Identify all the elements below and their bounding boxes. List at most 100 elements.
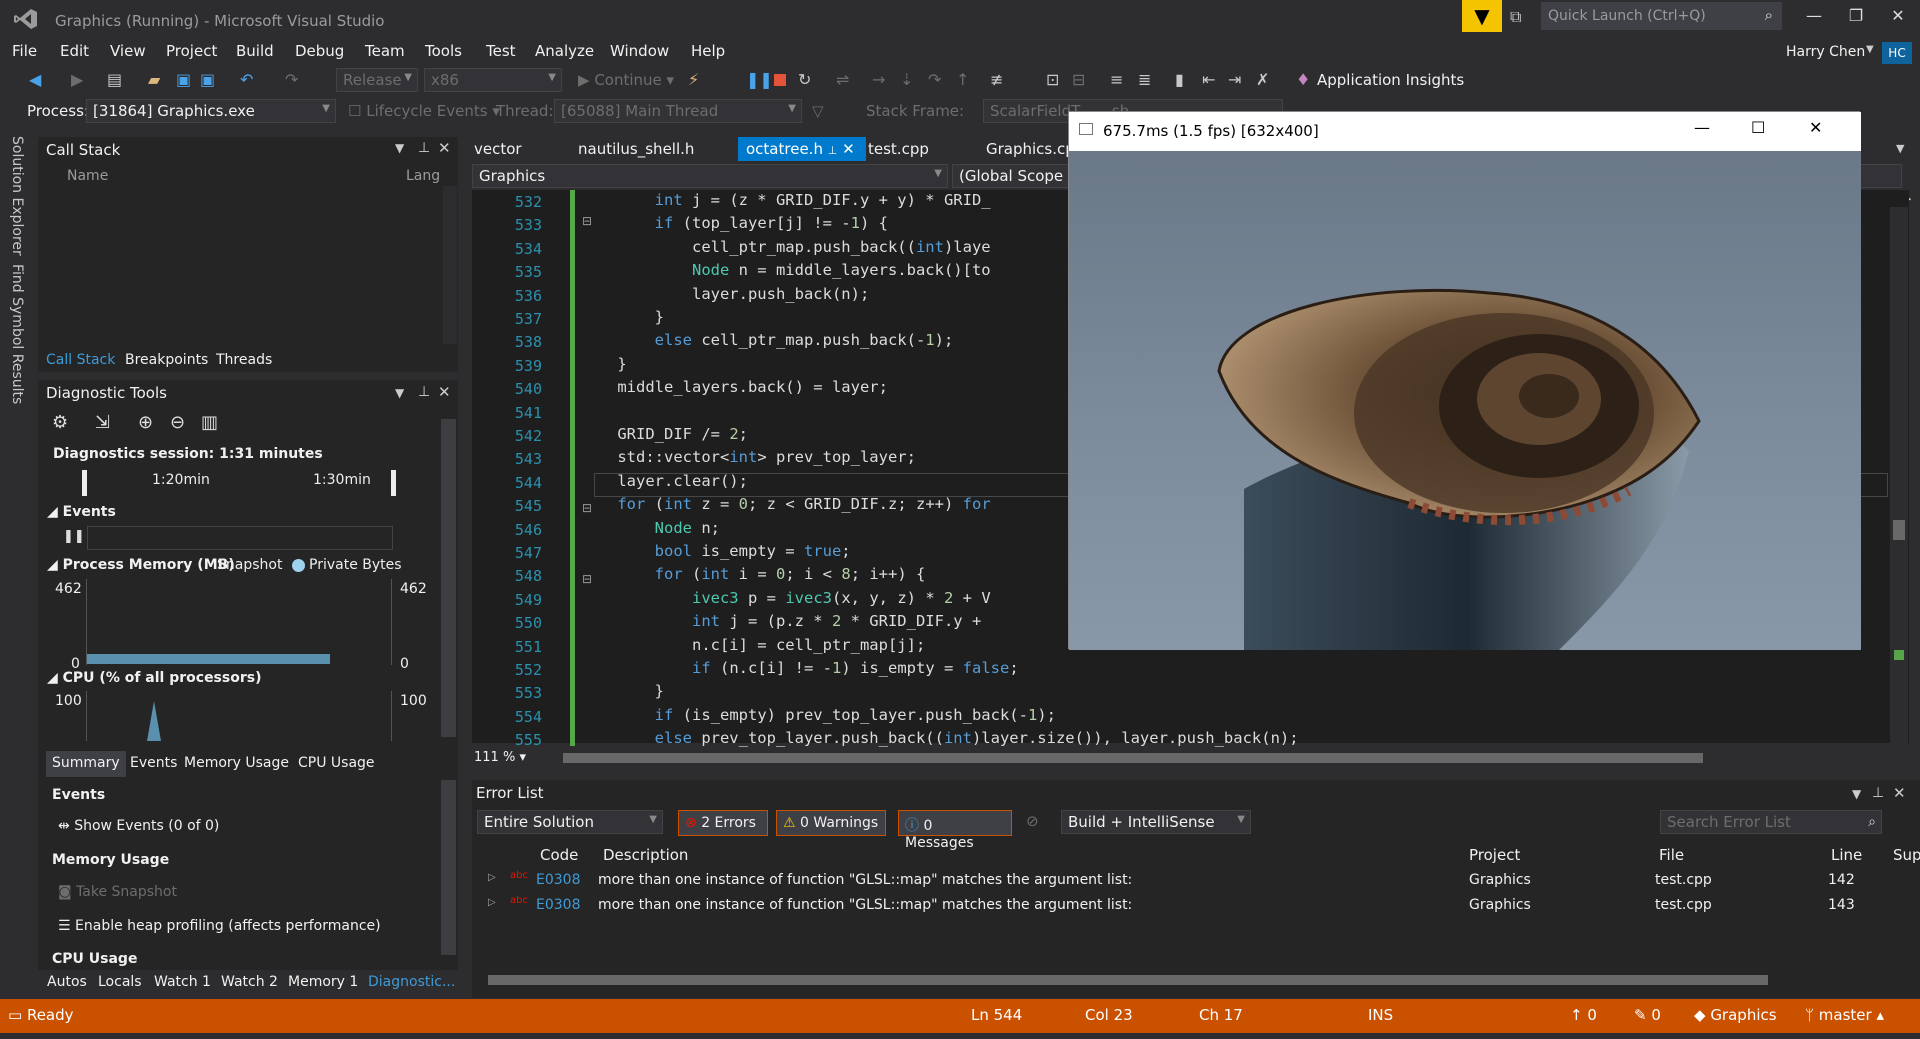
continue-button[interactable]: ▶ Continue ▾ <box>578 71 674 89</box>
pin-icon[interactable]: ⊥ <box>1872 785 1884 801</box>
menu-team[interactable]: Team <box>365 42 405 60</box>
solution-explorer-tab[interactable]: Solution Explorer <box>9 136 25 256</box>
app-maximize-button[interactable]: ☐ <box>1751 118 1765 137</box>
show-next-statement-icon[interactable]: ⇌ <box>836 70 849 89</box>
col-file[interactable]: File <box>1659 846 1684 864</box>
table-row[interactable]: ▷ abc E0308 more than one instance of fu… <box>474 870 1914 894</box>
table-row[interactable]: ▷ abc E0308 more than one instance of fu… <box>474 895 1914 919</box>
collapse-icon[interactable]: ⊟ <box>582 501 592 515</box>
comment-icon[interactable]: ≡ <box>1110 70 1123 89</box>
code-line[interactable]: layer.clear(); <box>580 472 748 490</box>
clear-bookmarks-icon[interactable]: ✗ <box>1256 70 1269 89</box>
back-icon[interactable]: ◀ <box>29 70 41 89</box>
bookmark-icon[interactable]: ▮ <box>1175 70 1184 89</box>
find-symbol-results-tab[interactable]: Find Symbol Results <box>9 264 25 404</box>
open-file-icon[interactable]: ▰ <box>148 70 160 89</box>
filter-icon[interactable]: ▽ <box>812 102 824 120</box>
code-line[interactable]: ivec3 p = ivec3(x, y, z) * 2 + V <box>580 589 991 607</box>
user-dropdown-icon[interactable]: ▼ <box>1866 44 1874 55</box>
notifications-icon[interactable]: ⧉ <box>1510 7 1521 27</box>
restart-icon[interactable]: ↻ <box>798 70 811 89</box>
show-events-link[interactable]: ⇹ Show Events (0 of 0) <box>58 818 219 834</box>
column-name[interactable]: Name <box>67 168 108 184</box>
save-icon[interactable]: ▣ <box>176 70 191 89</box>
code-line[interactable]: if (is_empty) prev_top_layer.push_back(-… <box>580 706 1056 724</box>
doc-tab-test[interactable]: test.cpp <box>860 137 937 161</box>
pin-icon[interactable]: ⊥ <box>418 140 430 156</box>
error-code-link[interactable]: E0308 <box>536 897 580 913</box>
zoom-out-icon[interactable]: ⊖ <box>170 412 185 433</box>
search-error-list-input[interactable]: Search Error List ⌕ <box>1660 810 1882 834</box>
code-line[interactable]: bool is_empty = true; <box>580 542 851 560</box>
code-line[interactable]: cell_ptr_map.push_back((int)laye <box>580 238 991 256</box>
step-into-icon[interactable]: → <box>872 70 885 89</box>
code-line[interactable]: if (top_layer[j] != -1) { <box>580 214 888 232</box>
menu-view[interactable]: View <box>110 42 146 60</box>
tab-locals[interactable]: Locals <box>98 974 142 990</box>
cpu-section-header[interactable]: ◢ CPU (% of all processors) <box>47 670 261 686</box>
doc-tab-vector[interactable]: vector <box>466 137 530 161</box>
menu-project[interactable]: Project <box>166 42 217 60</box>
redo-icon[interactable]: ↷ <box>285 70 298 89</box>
pin-icon[interactable]: ⊥ <box>418 384 430 400</box>
uncomment-icon[interactable]: ≣ <box>1138 70 1151 89</box>
repository[interactable]: ◆ Graphics <box>1694 1006 1777 1024</box>
expand-icon[interactable]: ▷ <box>488 872 496 883</box>
quick-launch-input[interactable]: Quick Launch (Ctrl+Q) ⌕ <box>1541 2 1782 30</box>
take-snapshot-button[interactable]: ◙ Take Snapshot <box>58 884 177 900</box>
code-line[interactable]: middle_layers.back() = layer; <box>580 378 888 396</box>
forward-icon[interactable]: ▶ <box>71 70 83 89</box>
timeline-end-handle[interactable] <box>391 470 396 496</box>
avatar[interactable]: HC <box>1882 42 1912 64</box>
events-section-header[interactable]: ◢ Events <box>47 504 116 520</box>
editor-hscroll-thumb[interactable] <box>563 753 1703 763</box>
menu-file[interactable]: File <box>12 42 37 60</box>
restore-button[interactable]: ❐ <box>1841 6 1871 30</box>
menu-analyze[interactable]: Analyze <box>535 42 594 60</box>
events-pause-icon[interactable]: ❚❚ <box>63 529 85 544</box>
tab-summary[interactable]: Summary <box>46 751 126 777</box>
app-minimize-button[interactable]: — <box>1694 118 1710 137</box>
settings-gear-icon[interactable]: ⚙ <box>52 412 68 433</box>
graphics-app-window[interactable]: 675.7ms (1.5 fps) [632x400] — ☐ ✕ <box>1068 111 1861 650</box>
hex-display-icon[interactable]: ≢ <box>990 70 1003 89</box>
save-all-icon[interactable]: ▣ <box>200 70 215 89</box>
editor-scroll-thumb[interactable] <box>1893 520 1905 540</box>
tab-threads[interactable]: Threads <box>216 352 272 368</box>
pause-icon[interactable]: ❚❚ <box>746 70 773 89</box>
code-line[interactable]: if (n.c[i] != -1) is_empty = false; <box>580 659 1019 677</box>
code-line[interactable]: } <box>580 682 664 700</box>
tab-overflow-icon[interactable]: ▼ <box>1896 142 1904 155</box>
process-select[interactable]: [31864] Graphics.exe ▼ <box>86 99 336 123</box>
zoom-in-icon[interactable]: ⊕ <box>138 412 153 433</box>
step-out-icon[interactable]: ↷ <box>928 70 941 89</box>
close-button[interactable]: ✕ <box>1883 6 1913 30</box>
stop-icon[interactable] <box>774 74 786 86</box>
menu-window[interactable]: Window <box>610 42 669 60</box>
timeline-start-handle[interactable] <box>82 470 87 496</box>
warnings-filter-button[interactable]: ⚠ 0 Warnings <box>776 810 886 836</box>
col-suppression[interactable]: Sup <box>1893 846 1920 864</box>
code-line[interactable]: else cell_ptr_map.push_back(-1); <box>580 331 954 349</box>
close-icon[interactable]: ✕ <box>438 383 451 401</box>
collapse-icon[interactable]: ⊟ <box>582 572 592 586</box>
code-line[interactable]: for (int i = 0; i < 8; i++) { <box>580 565 926 583</box>
prev-bookmark-icon[interactable]: ⇤ <box>1202 70 1215 89</box>
editor-vertical-scrollbar[interactable] <box>1890 207 1908 743</box>
menu-test[interactable]: Test <box>486 42 516 60</box>
pending-changes[interactable]: ✎ 0 <box>1634 1006 1661 1024</box>
reset-view-icon[interactable]: ▥ <box>201 412 218 433</box>
error-list-hscroll-thumb[interactable] <box>488 975 1768 985</box>
code-line[interactable]: std::vector<int> prev_top_layer; <box>580 448 916 466</box>
code-line[interactable]: Node n; <box>580 519 720 537</box>
panel-menu-icon[interactable]: ▼ <box>1852 787 1861 801</box>
tab-breakpoints[interactable]: Breakpoints <box>125 352 208 368</box>
project-scope-select[interactable]: Graphics ▼ <box>472 164 948 188</box>
new-project-icon[interactable]: ▤ <box>107 70 122 89</box>
clear-filter-icon[interactable]: ⊘ <box>1026 812 1039 830</box>
tab-autos[interactable]: Autos <box>47 974 87 990</box>
flag-icon[interactable]: ⊟ <box>1072 70 1085 89</box>
tab-call-stack[interactable]: Call Stack <box>46 352 115 368</box>
tab-watch-2[interactable]: Watch 2 <box>221 974 278 990</box>
col-project[interactable]: Project <box>1469 846 1520 864</box>
